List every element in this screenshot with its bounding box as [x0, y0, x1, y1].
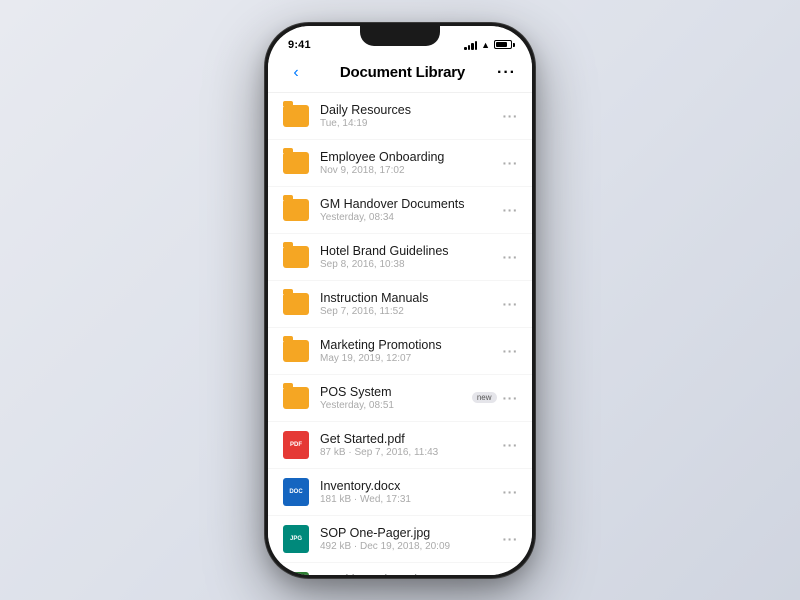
item-actions: ···	[503, 202, 519, 218]
item-icon-wrapper	[282, 337, 310, 365]
item-name: Daily Resources	[320, 103, 503, 117]
folder-icon	[283, 199, 309, 221]
item-icon-wrapper: PDF	[282, 431, 310, 459]
item-actions: ···	[503, 249, 519, 265]
list-item[interactable]: DOC Inventory.docx 181 kB · Wed, 17:31 ·…	[268, 469, 532, 516]
item-meta: Tue, 14:19	[320, 118, 503, 129]
item-name: Inventory.docx	[320, 479, 503, 493]
item-meta: 492 kB · Dec 19, 2018, 20:09	[320, 541, 503, 552]
item-meta: 181 kB · Wed, 17:31	[320, 494, 503, 505]
item-more-button[interactable]: ···	[503, 296, 519, 312]
item-actions: new ···	[472, 390, 518, 406]
list-item[interactable]: Employee Onboarding Nov 9, 2018, 17:02 ·…	[268, 140, 532, 187]
item-icon-wrapper: DOC	[282, 478, 310, 506]
item-content: Instruction Manuals Sep 7, 2016, 11:52	[320, 291, 503, 317]
list-item[interactable]: Marketing Promotions May 19, 2019, 12:07…	[268, 328, 532, 375]
navigation-header: ‹ Document Library ···	[268, 56, 532, 93]
item-content: POS System Yesterday, 08:51	[320, 385, 472, 411]
item-actions: ···	[503, 296, 519, 312]
item-content: SOP One-Pager.jpg 492 kB · Dec 19, 2018,…	[320, 526, 503, 552]
item-more-button[interactable]: ···	[503, 108, 519, 124]
item-content: Hotel Brand Guidelines Sep 8, 2016, 10:3…	[320, 244, 503, 270]
page-title: Document Library	[340, 64, 465, 81]
item-more-button[interactable]: ···	[503, 155, 519, 171]
item-meta: Yesterday, 08:34	[320, 212, 503, 223]
doc-icon: DOC	[283, 478, 309, 506]
item-more-button[interactable]: ···	[503, 202, 519, 218]
folder-icon	[283, 293, 309, 315]
item-icon-wrapper	[282, 243, 310, 271]
item-content: Employee Onboarding Nov 9, 2018, 17:02	[320, 150, 503, 176]
folder-icon	[283, 152, 309, 174]
item-actions: ···	[503, 155, 519, 171]
item-icon-wrapper	[282, 149, 310, 177]
status-time: 9:41	[288, 39, 311, 51]
item-content: Marketing Promotions May 19, 2019, 12:07	[320, 338, 503, 364]
folder-icon	[283, 340, 309, 362]
list-item[interactable]: POS System Yesterday, 08:51 new ···	[268, 375, 532, 422]
item-meta: Sep 8, 2016, 10:38	[320, 259, 503, 270]
item-meta: Sep 7, 2016, 11:52	[320, 306, 503, 317]
item-more-button[interactable]: ···	[503, 484, 519, 500]
item-actions: ···	[503, 108, 519, 124]
item-name: Marketing Promotions	[320, 338, 503, 352]
item-name: Employee Onboarding	[320, 150, 503, 164]
item-name: SOP One-Pager.jpg	[320, 526, 503, 540]
more-button[interactable]: ···	[497, 64, 516, 82]
item-name: GM Handover Documents	[320, 197, 503, 211]
item-more-button[interactable]: ···	[503, 343, 519, 359]
item-content: Get Started.pdf 87 kB · Sep 7, 2016, 11:…	[320, 432, 503, 458]
folder-icon	[283, 387, 309, 409]
item-name: Weekly Update.xlsx	[320, 573, 503, 575]
signal-icon	[464, 40, 477, 50]
item-actions: ···	[503, 531, 519, 547]
list-item[interactable]: Instruction Manuals Sep 7, 2016, 11:52 ·…	[268, 281, 532, 328]
list-item[interactable]: XLS Weekly Update.xlsx 328 kB · Mon, 07:…	[268, 563, 532, 575]
item-name: Get Started.pdf	[320, 432, 503, 446]
item-name: Instruction Manuals	[320, 291, 503, 305]
item-actions: ···	[503, 484, 519, 500]
item-icon-wrapper: XLS	[282, 572, 310, 575]
pdf-icon: PDF	[283, 431, 309, 459]
item-name: POS System	[320, 385, 472, 399]
document-list: Daily Resources Tue, 14:19 ··· Employee …	[268, 93, 532, 575]
phone-notch	[360, 26, 440, 46]
item-actions: ···	[503, 343, 519, 359]
item-name: Hotel Brand Guidelines	[320, 244, 503, 258]
jpg-icon: JPG	[283, 525, 309, 553]
item-icon-wrapper	[282, 384, 310, 412]
item-more-button[interactable]: ···	[503, 390, 519, 406]
item-icon-wrapper: JPG	[282, 525, 310, 553]
item-icon-wrapper	[282, 196, 310, 224]
item-actions: ···	[503, 437, 519, 453]
xls-icon: XLS	[283, 572, 309, 575]
item-content: Daily Resources Tue, 14:19	[320, 103, 503, 129]
status-icons: ▲	[464, 40, 512, 50]
item-meta: May 19, 2019, 12:07	[320, 353, 503, 364]
back-button[interactable]: ‹	[284, 64, 308, 82]
list-item[interactable]: PDF Get Started.pdf 87 kB · Sep 7, 2016,…	[268, 422, 532, 469]
item-more-button[interactable]: ···	[503, 531, 519, 547]
list-item[interactable]: GM Handover Documents Yesterday, 08:34 ·…	[268, 187, 532, 234]
phone-screen: 9:41 ▲ ‹ Document Library ···	[268, 26, 532, 575]
folder-icon	[283, 246, 309, 268]
item-meta: Yesterday, 08:51	[320, 400, 472, 411]
item-icon-wrapper	[282, 290, 310, 318]
item-more-button[interactable]: ···	[503, 437, 519, 453]
list-item[interactable]: Daily Resources Tue, 14:19 ···	[268, 93, 532, 140]
folder-icon	[283, 105, 309, 127]
item-icon-wrapper	[282, 102, 310, 130]
item-meta: Nov 9, 2018, 17:02	[320, 165, 503, 176]
item-content: Weekly Update.xlsx 328 kB · Mon, 07:56	[320, 573, 503, 575]
item-meta: 87 kB · Sep 7, 2016, 11:43	[320, 447, 503, 458]
item-more-button[interactable]: ···	[503, 249, 519, 265]
list-item[interactable]: Hotel Brand Guidelines Sep 8, 2016, 10:3…	[268, 234, 532, 281]
item-content: GM Handover Documents Yesterday, 08:34	[320, 197, 503, 223]
battery-icon	[494, 40, 512, 49]
list-item[interactable]: JPG SOP One-Pager.jpg 492 kB · Dec 19, 2…	[268, 516, 532, 563]
phone-frame: 9:41 ▲ ‹ Document Library ···	[265, 23, 535, 578]
item-badge: new	[472, 392, 497, 403]
item-content: Inventory.docx 181 kB · Wed, 17:31	[320, 479, 503, 505]
wifi-icon: ▲	[481, 40, 490, 50]
